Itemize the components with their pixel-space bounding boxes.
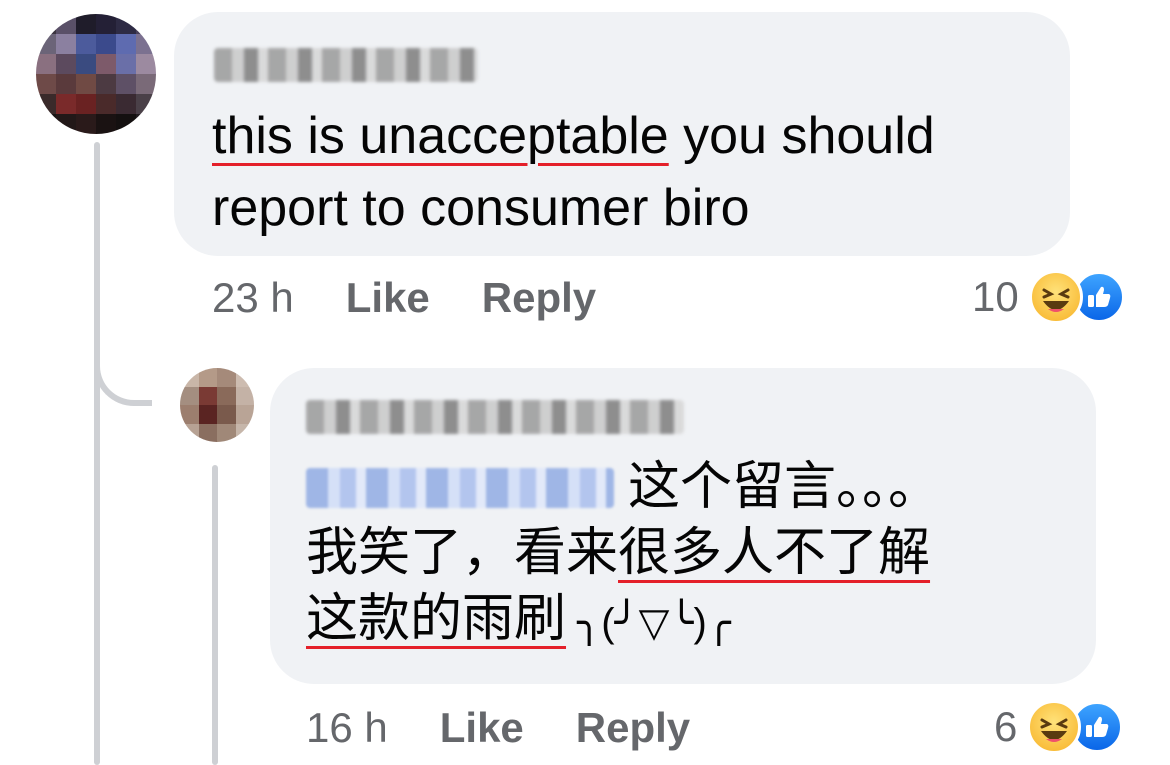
comment-actions: 23 h Like Reply <box>212 274 648 322</box>
reply-timestamp[interactable]: 16 h <box>306 704 388 752</box>
comment-reactions[interactable]: 10 <box>972 270 1125 324</box>
commenter-avatar[interactable] <box>36 14 156 134</box>
haha-reaction-icon <box>1027 700 1082 754</box>
comment-like-button[interactable]: Like <box>346 274 430 322</box>
comment-reply-button[interactable]: Reply <box>482 274 596 322</box>
reply-connector <box>94 330 152 406</box>
flagged-phrase: 很多人不了解 <box>618 524 931 582</box>
comment-bubble: this is unacceptable you should report t… <box>174 12 1070 256</box>
replier-avatar[interactable] <box>180 368 254 442</box>
thread-line-main <box>94 142 100 765</box>
mentioned-user-redacted[interactable] <box>306 468 614 508</box>
haha-reaction-icon <box>1028 270 1083 324</box>
replier-name-redacted[interactable] <box>306 400 684 434</box>
misspelled-word: this is unacceptable <box>212 107 669 165</box>
commenter-name-redacted[interactable] <box>214 48 478 82</box>
comment-text: this is unacceptable you should report t… <box>212 107 935 237</box>
reply-reactions[interactable]: 6 <box>994 700 1124 754</box>
flagged-phrase: 这款的雨刷 <box>306 590 567 648</box>
reply-reaction-count: 6 <box>994 703 1018 750</box>
reply-like-button[interactable]: Like <box>440 704 524 752</box>
reply-text: 这个留言。。。 我笑了，看来很多人不了解 这款的雨刷 ╮(╯▽╰)╭ <box>306 458 941 648</box>
reply-bubble: 这个留言。。。 我笑了，看来很多人不了解 这款的雨刷 ╮(╯▽╰)╭ <box>270 368 1096 684</box>
comment-timestamp[interactable]: 23 h <box>212 274 294 322</box>
comment-reaction-count: 10 <box>972 273 1019 320</box>
thread-line-reply <box>212 465 218 765</box>
reply-actions: 16 h Like Reply <box>306 704 742 752</box>
reply-reply-button[interactable]: Reply <box>576 704 690 752</box>
